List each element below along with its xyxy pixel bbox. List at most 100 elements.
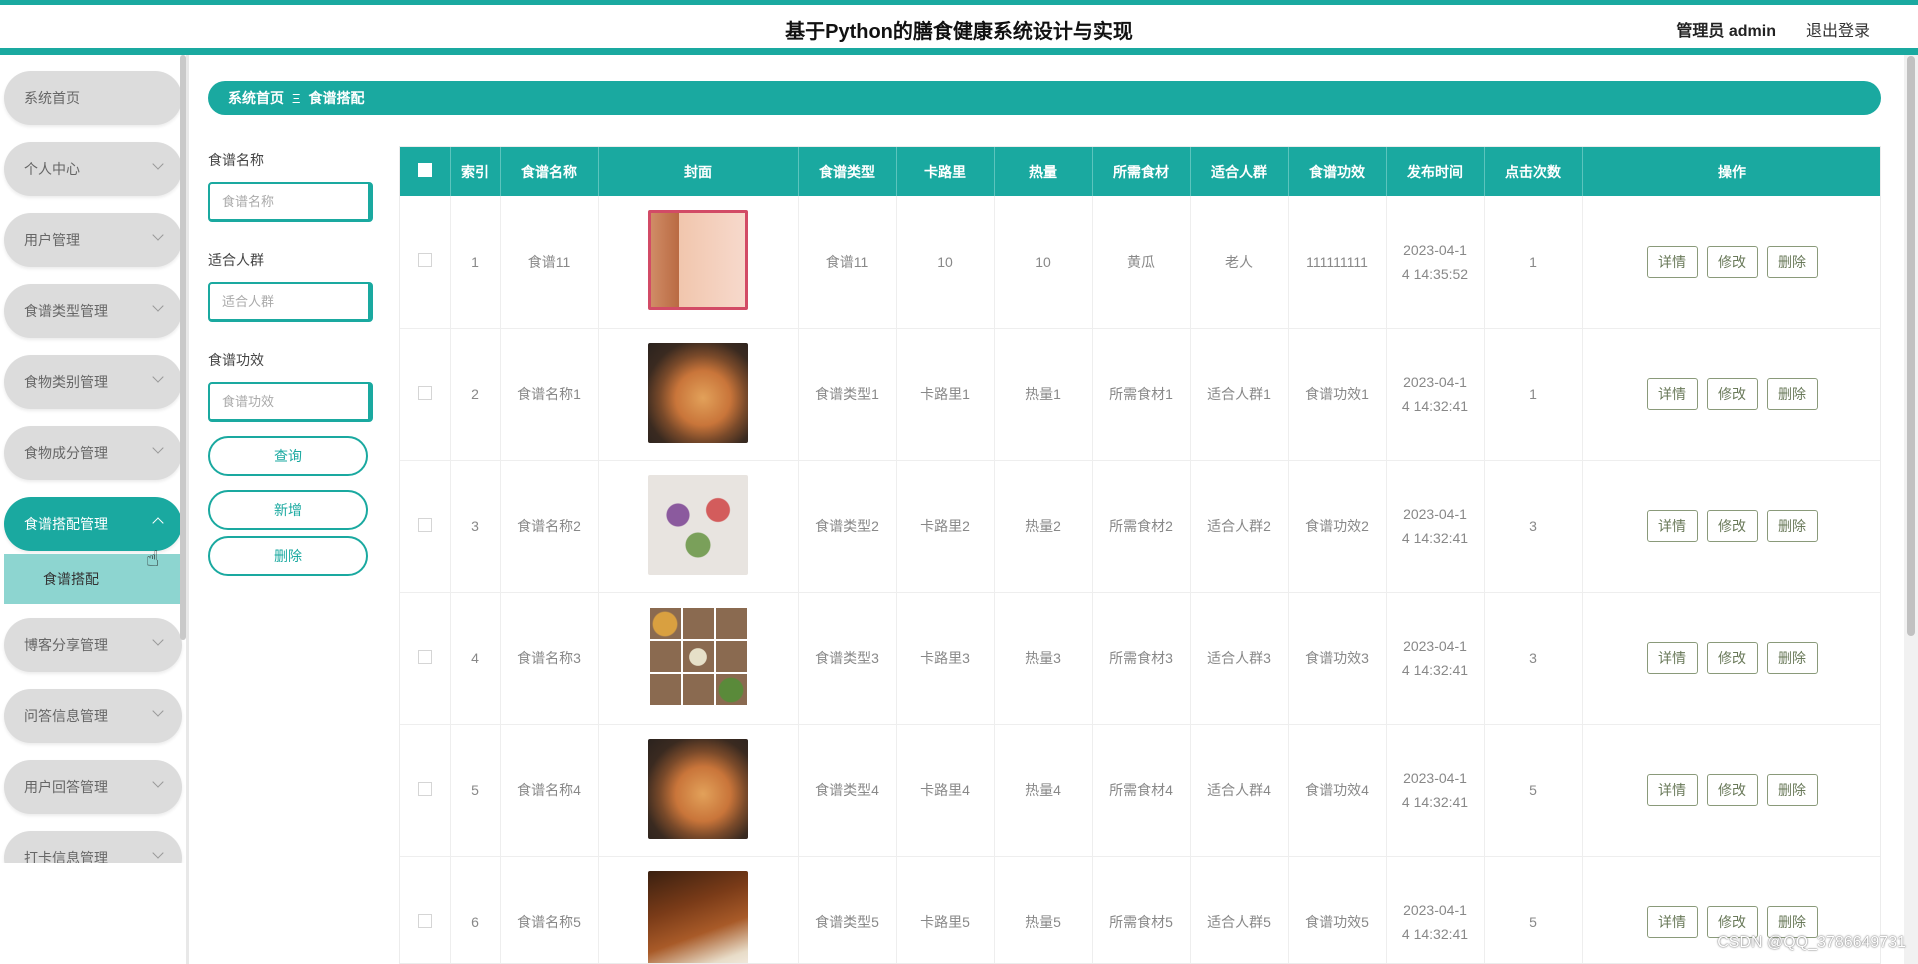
sidebar-item-user-management[interactable]: 用户管理: [4, 213, 182, 267]
cell-crowd: 适合人群5: [1190, 856, 1289, 963]
time-line-1: 2023-04-1: [1403, 638, 1467, 654]
sidebar-item-qa-info[interactable]: 问答信息管理: [4, 689, 182, 743]
cell-heat: 热量2: [994, 460, 1093, 593]
row-checkbox[interactable]: [417, 253, 432, 268]
cell-heat: 热量3: [994, 592, 1093, 725]
header-bottom-line: [0, 48, 1918, 55]
cell-crowd: 适合人群1: [1190, 328, 1289, 461]
filter-label-name: 食谱名称: [208, 152, 264, 168]
cell-effect: 食谱功效5: [1288, 856, 1387, 963]
edit-button[interactable]: 修改: [1706, 378, 1758, 410]
sidebar-item-label: 食谱搭配管理: [24, 516, 108, 532]
cell-index: 6: [450, 856, 501, 963]
detail-button[interactable]: 详情: [1646, 245, 1698, 278]
edit-button[interactable]: 修改: [1706, 774, 1758, 806]
time-line-1: 2023-04-1: [1403, 374, 1467, 390]
sidebar-item-label: 食物类别管理: [24, 374, 108, 390]
select-all-cell[interactable]: [400, 147, 451, 196]
row-checkbox[interactable]: [417, 385, 432, 400]
cell-effect: 食谱功效3: [1288, 592, 1387, 725]
cell-heat: 10: [994, 196, 1093, 329]
sidebar-item-recipe-type[interactable]: 食谱类型管理: [4, 284, 182, 338]
table-header-row: 索引 食谱名称 封面 食谱类型 卡路里 热量 所需食材 适合人群 食谱功效 发布…: [400, 147, 1880, 196]
detail-button[interactable]: 详情: [1646, 642, 1698, 674]
recipe-name-input[interactable]: [208, 182, 373, 222]
column-header: 食谱功效: [1288, 147, 1387, 196]
sidebar-item-personal-center[interactable]: 个人中心: [4, 142, 182, 196]
cell-clicks: 3: [1484, 592, 1583, 725]
time-line-1: 2023-04-1: [1403, 770, 1467, 786]
sidebar-item-recipe-combination[interactable]: 食谱搭配管理: [4, 497, 182, 551]
page-scrollbar-thumb[interactable]: [1907, 56, 1915, 636]
sidebar-item-food-nutrient[interactable]: 食物成分管理: [4, 426, 182, 480]
column-header: 热量: [994, 147, 1093, 196]
edit-button[interactable]: 修改: [1706, 245, 1758, 278]
filter-label-crowd: 适合人群: [208, 252, 264, 268]
sidebar-item-blog-share[interactable]: 博客分享管理: [4, 618, 182, 672]
cell-heat: 热量4: [994, 724, 1093, 857]
chevron-down-icon: [152, 442, 164, 454]
cell-ingredients: 黄瓜: [1092, 196, 1191, 329]
sidebar-clip: [0, 863, 186, 964]
cell-time: 2023-04-1 4 14:35:52: [1386, 196, 1485, 329]
recipe-effect-input[interactable]: [208, 382, 373, 422]
cell-type: 食谱类型2: [798, 460, 897, 593]
cell-type: 食谱类型1: [798, 328, 897, 461]
delete-button[interactable]: 删除: [1766, 245, 1818, 278]
sidebar-item-home[interactable]: 系统首页: [4, 71, 182, 125]
detail-button[interactable]: 详情: [1646, 510, 1698, 542]
submenu-item-label: 食谱搭配: [43, 571, 99, 587]
sidebar-item-label: 食谱类型管理: [24, 303, 108, 319]
breadcrumb-home[interactable]: 系统首页: [228, 88, 284, 108]
edit-button[interactable]: 修改: [1706, 642, 1758, 674]
table-row: 3 食谱名称2 食谱类型2 卡路里2 热量2 所需食材2 适合人群2 食谱功效2…: [400, 460, 1881, 593]
cover-image: [648, 342, 748, 443]
time-line-2: 4 14:32:41: [1401, 398, 1469, 414]
column-header: 发布时间: [1386, 147, 1485, 196]
column-header: 点击次数: [1484, 147, 1583, 196]
sidebar-item-label: 食物成分管理: [24, 445, 108, 461]
delete-button[interactable]: 删除: [1766, 774, 1818, 806]
delete-button[interactable]: 删除: [1766, 642, 1818, 674]
cell-calorie: 10: [896, 196, 995, 329]
cell-crowd: 适合人群4: [1190, 724, 1289, 857]
time-line-2: 4 14:32:41: [1401, 530, 1469, 546]
batch-delete-button[interactable]: 删除: [208, 536, 368, 576]
logout-link[interactable]: 退出登录: [1806, 17, 1870, 41]
row-actions: 详情 修改 删除: [1583, 510, 1881, 542]
chevron-down-icon: [152, 300, 164, 312]
delete-button[interactable]: 删除: [1766, 378, 1818, 410]
suitable-crowd-input[interactable]: [208, 282, 373, 322]
search-button[interactable]: 查询: [208, 436, 368, 476]
breadcrumb-current: 食谱搭配: [308, 90, 365, 106]
add-button[interactable]: 新增: [208, 490, 368, 530]
chevron-down-icon: [152, 634, 164, 646]
cell-calorie: 卡路里4: [896, 724, 995, 857]
detail-button[interactable]: 详情: [1646, 378, 1698, 410]
sidebar-item-label: 问答信息管理: [24, 708, 108, 724]
sidebar-item-food-category[interactable]: 食物类别管理: [4, 355, 182, 409]
column-header: 卡路里: [896, 147, 995, 196]
row-checkbox[interactable]: [417, 517, 432, 532]
row-checkbox[interactable]: [417, 913, 432, 928]
delete-button[interactable]: 删除: [1766, 510, 1818, 542]
cell-ingredients: 所需食材1: [1092, 328, 1191, 461]
cell-clicks: 1: [1484, 328, 1583, 461]
detail-button[interactable]: 详情: [1646, 906, 1698, 938]
select-all-checkbox[interactable]: [417, 163, 432, 177]
sidebar-item-user-answer[interactable]: 用户回答管理: [4, 760, 182, 814]
column-header: 封面: [598, 147, 799, 196]
cell-index: 3: [450, 460, 501, 593]
cell-time: 2023-04-1 4 14:32:41: [1386, 856, 1485, 963]
cell-clicks: 5: [1484, 724, 1583, 857]
cell-crowd: 适合人群2: [1190, 460, 1289, 593]
row-checkbox[interactable]: [417, 781, 432, 796]
row-actions: 详情 修改 删除: [1583, 245, 1881, 278]
sidebar-item-label: 博客分享管理: [24, 637, 108, 653]
row-checkbox[interactable]: [417, 649, 432, 664]
time-line-1: 2023-04-1: [1403, 902, 1467, 918]
edit-button[interactable]: 修改: [1706, 510, 1758, 542]
detail-button[interactable]: 详情: [1646, 774, 1698, 806]
cell-time: 2023-04-1 4 14:32:41: [1386, 724, 1485, 857]
row-actions: 详情 修改 删除: [1583, 378, 1881, 410]
